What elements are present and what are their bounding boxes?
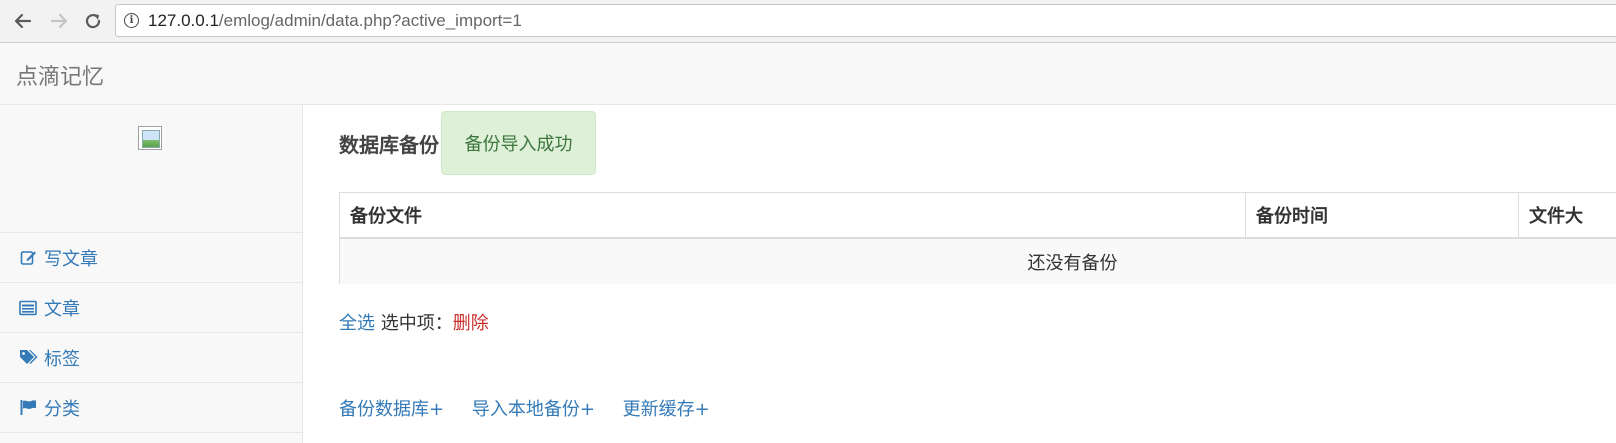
edit-icon [18, 248, 38, 268]
update-cache-link[interactable]: 更新缓存+ [623, 399, 710, 420]
avatar[interactable] [138, 126, 162, 150]
column-header-backup-time: 备份时间 [1245, 193, 1518, 237]
address-bar[interactable]: i 127.0.0.1/emlog/admin/data.php?active_… [115, 4, 1616, 37]
sidebar-item-label: 文章 [44, 298, 80, 320]
tags-icon [18, 348, 38, 368]
sidebar-item-label: 写文章 [44, 248, 98, 270]
sidebar-item-label: 标签 [44, 348, 80, 370]
success-alert: 备份导入成功 [441, 111, 596, 175]
back-button[interactable] [10, 8, 36, 34]
sidebar: 写文章 文章 标签 分类 [0, 105, 303, 443]
arrow-right-icon [50, 13, 68, 29]
action-links: 备份数据库+ 导入本地备份+ 更新缓存+ [339, 395, 732, 421]
sidebar-item-label: 分类 [44, 398, 80, 420]
brand-title[interactable]: 点滴记忆 [16, 59, 104, 91]
select-all-link[interactable]: 全选 [339, 313, 375, 334]
delete-link[interactable]: 删除 [453, 313, 489, 334]
forward-button[interactable] [46, 8, 72, 34]
import-local-backup-link[interactable]: 导入本地备份+ [472, 399, 595, 420]
bulk-actions: 全选 选中项：删除 [339, 309, 489, 335]
url-text[interactable]: 127.0.0.1/emlog/admin/data.php?active_im… [148, 11, 522, 31]
sidebar-item-categories[interactable]: 分类 [0, 383, 302, 433]
top-navbar: 点滴记忆 [0, 43, 1616, 105]
selected-items-label: 选中项： [380, 313, 453, 334]
sidebar-item-tags[interactable]: 标签 [0, 333, 302, 383]
flag-icon [18, 398, 38, 418]
column-header-backup-file: 备份文件 [350, 206, 422, 227]
backup-database-link[interactable]: 备份数据库+ [339, 399, 444, 420]
page-title: 数据库备份 [339, 133, 439, 157]
arrow-left-icon [14, 13, 32, 29]
user-panel [0, 105, 302, 233]
reload-icon [85, 13, 101, 29]
table-header: 备份文件 备份时间 文件大 [340, 193, 1616, 239]
sidebar-item-articles[interactable]: 文章 [0, 283, 302, 333]
list-icon [18, 298, 38, 318]
sidebar-item-write-article[interactable]: 写文章 [0, 233, 302, 283]
browser-toolbar: i 127.0.0.1/emlog/admin/data.php?active_… [0, 0, 1616, 43]
empty-message: 还没有备份 [1027, 252, 1118, 274]
column-header-file-size: 文件大 [1518, 193, 1616, 237]
info-icon[interactable]: i [124, 13, 139, 28]
reload-button[interactable] [80, 8, 106, 34]
backup-table: 备份文件 备份时间 文件大 还没有备份 [339, 192, 1616, 284]
main-content: 数据库备份 备份导入成功 备份文件 备份时间 文件大 还没有备份 全选 选中项：… [303, 105, 1616, 443]
table-row: 还没有备份 [340, 239, 1616, 284]
